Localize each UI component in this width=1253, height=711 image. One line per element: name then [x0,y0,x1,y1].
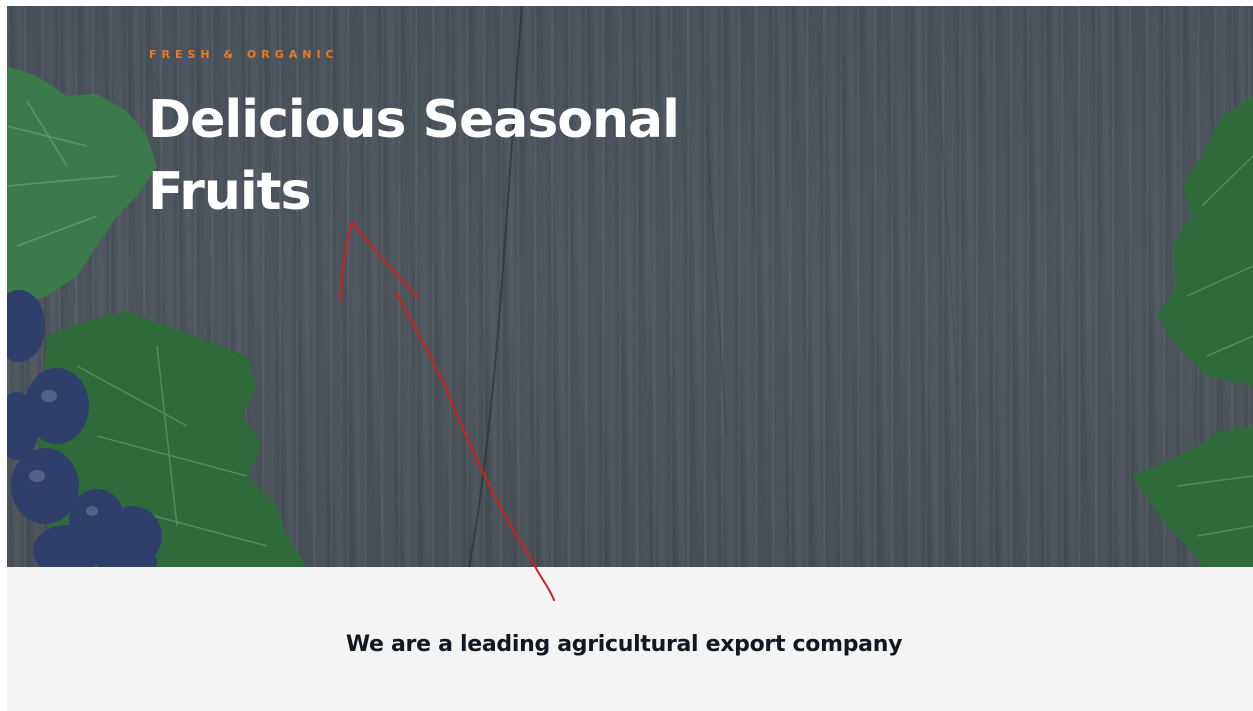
hero-headline: Delicious Seasonal Fruits [148,84,768,228]
hero-banner: FRESH & ORGANIC Delicious Seasonal Fruit… [7,6,1253,567]
page: FRESH & ORGANIC Delicious Seasonal Fruit… [0,0,1253,711]
about-title: We are a leading agricultural export com… [345,632,903,657]
hero-eyebrow: FRESH & ORGANIC [149,48,339,61]
hero-headline-line1: Delicious Seasonal [148,90,680,150]
grape-leaf-left-top [7,66,157,306]
wood-crack [936,45,958,387]
grape-leaf-right-bottom [1132,426,1253,567]
hero-headline-line2: Fruits [148,162,311,222]
about-section: We are a leading agricultural export com… [7,567,1253,711]
grape-leaf-right-top [1157,96,1253,386]
